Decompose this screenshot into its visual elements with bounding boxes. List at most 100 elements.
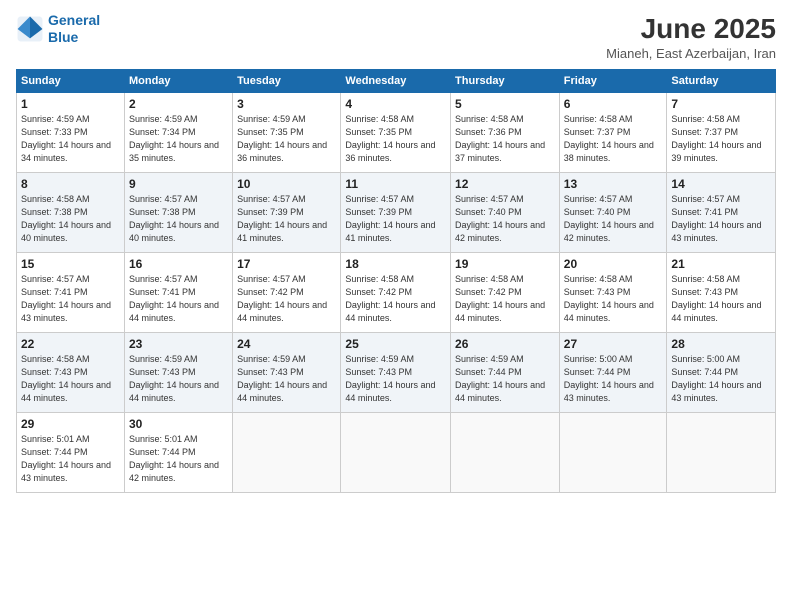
header: General Blue June 2025 Mianeh, East Azer… <box>16 12 776 61</box>
day-info: Sunrise: 4:58 AMSunset: 7:43 PMDaylight:… <box>564 273 663 325</box>
day-number: 10 <box>237 177 336 191</box>
day-info: Sunrise: 4:58 AMSunset: 7:36 PMDaylight:… <box>455 113 555 165</box>
day-header-thursday: Thursday <box>451 69 560 92</box>
calendar-cell: 27Sunrise: 5:00 AMSunset: 7:44 PMDayligh… <box>559 332 667 412</box>
day-info: Sunrise: 4:57 AMSunset: 7:41 PMDaylight:… <box>21 273 120 325</box>
day-info: Sunrise: 4:59 AMSunset: 7:33 PMDaylight:… <box>21 113 120 165</box>
calendar-cell: 4 Sunrise: 4:58 AMSunset: 7:35 PMDaylight… <box>341 92 451 172</box>
day-number: 15 <box>21 257 120 271</box>
day-number: 24 <box>237 337 336 351</box>
calendar-cell: 14Sunrise: 4:57 AMSunset: 7:41 PMDayligh… <box>667 172 776 252</box>
day-number: 4 <box>345 97 446 111</box>
calendar-cell <box>233 412 341 492</box>
day-info: Sunrise: 4:58 AMSunset: 7:42 PMDaylight:… <box>455 273 555 325</box>
calendar-cell: 26 Sunrise: 4:59 AMSunset: 7:44 PMDayligh… <box>451 332 560 412</box>
day-info: Sunrise: 5:01 AMSunset: 7:44 PMDaylight:… <box>21 433 120 485</box>
calendar-cell: 16Sunrise: 4:57 AMSunset: 7:41 PMDayligh… <box>124 252 232 332</box>
day-number: 11 <box>345 177 446 191</box>
calendar-header-row: SundayMondayTuesdayWednesdayThursdayFrid… <box>17 69 776 92</box>
day-number: 26 <box>455 337 555 351</box>
day-info: Sunrise: 4:58 AMSunset: 7:43 PMDaylight:… <box>671 273 771 325</box>
calendar-cell <box>341 412 451 492</box>
day-number: 16 <box>129 257 228 271</box>
day-number: 2 <box>129 97 228 111</box>
day-info: Sunrise: 4:59 AMSunset: 7:44 PMDaylight:… <box>455 353 555 405</box>
calendar-cell: 19 Sunrise: 4:58 AMSunset: 7:42 PMDayligh… <box>451 252 560 332</box>
day-number: 28 <box>671 337 771 351</box>
calendar-cell <box>559 412 667 492</box>
day-number: 8 <box>21 177 120 191</box>
calendar-week-2: 8 Sunrise: 4:58 AMSunset: 7:38 PMDaylight… <box>17 172 776 252</box>
day-info: Sunrise: 4:57 AMSunset: 7:39 PMDaylight:… <box>237 193 336 245</box>
calendar-cell: 20 Sunrise: 4:58 AMSunset: 7:43 PMDayligh… <box>559 252 667 332</box>
day-info: Sunrise: 4:58 AMSunset: 7:35 PMDaylight:… <box>345 113 446 165</box>
logo-text: General Blue <box>48 12 100 46</box>
calendar-cell: 9Sunrise: 4:57 AMSunset: 7:38 PMDaylight… <box>124 172 232 252</box>
title-block: June 2025 Mianeh, East Azerbaijan, Iran <box>606 12 776 61</box>
calendar-week-3: 15 Sunrise: 4:57 AMSunset: 7:41 PMDayligh… <box>17 252 776 332</box>
day-number: 6 <box>564 97 663 111</box>
calendar-cell: 22 Sunrise: 4:58 AMSunset: 7:43 PMDayligh… <box>17 332 125 412</box>
calendar-cell: 18Sunrise: 4:58 AMSunset: 7:42 PMDayligh… <box>341 252 451 332</box>
day-number: 17 <box>237 257 336 271</box>
day-header-wednesday: Wednesday <box>341 69 451 92</box>
calendar-table: SundayMondayTuesdayWednesdayThursdayFrid… <box>16 69 776 493</box>
day-number: 21 <box>671 257 771 271</box>
day-info: Sunrise: 4:57 AMSunset: 7:42 PMDaylight:… <box>237 273 336 325</box>
calendar-cell: 28Sunrise: 5:00 AMSunset: 7:44 PMDayligh… <box>667 332 776 412</box>
day-number: 5 <box>455 97 555 111</box>
logo-icon <box>16 15 44 43</box>
day-header-tuesday: Tuesday <box>233 69 341 92</box>
calendar-cell: 15 Sunrise: 4:57 AMSunset: 7:41 PMDayligh… <box>17 252 125 332</box>
calendar-cell: 7Sunrise: 4:58 AMSunset: 7:37 PMDaylight… <box>667 92 776 172</box>
calendar-cell: 13Sunrise: 4:57 AMSunset: 7:40 PMDayligh… <box>559 172 667 252</box>
day-info: Sunrise: 4:59 AMSunset: 7:43 PMDaylight:… <box>345 353 446 405</box>
day-info: Sunrise: 4:58 AMSunset: 7:38 PMDaylight:… <box>21 193 120 245</box>
day-header-sunday: Sunday <box>17 69 125 92</box>
day-info: Sunrise: 4:59 AMSunset: 7:43 PMDaylight:… <box>237 353 336 405</box>
day-number: 12 <box>455 177 555 191</box>
day-number: 13 <box>564 177 663 191</box>
calendar-cell <box>667 412 776 492</box>
day-number: 22 <box>21 337 120 351</box>
calendar-cell: 23Sunrise: 4:59 AMSunset: 7:43 PMDayligh… <box>124 332 232 412</box>
main-title: June 2025 <box>606 12 776 46</box>
calendar-cell: 12 Sunrise: 4:57 AMSunset: 7:40 PMDayligh… <box>451 172 560 252</box>
day-info: Sunrise: 4:57 AMSunset: 7:39 PMDaylight:… <box>345 193 446 245</box>
day-number: 27 <box>564 337 663 351</box>
day-number: 20 <box>564 257 663 271</box>
calendar-cell: 30 Sunrise: 5:01 AMSunset: 7:44 PMDayligh… <box>124 412 232 492</box>
day-info: Sunrise: 4:59 AMSunset: 7:34 PMDaylight:… <box>129 113 228 165</box>
calendar-cell: 10 Sunrise: 4:57 AMSunset: 7:39 PMDayligh… <box>233 172 341 252</box>
day-number: 3 <box>237 97 336 111</box>
day-info: Sunrise: 4:57 AMSunset: 7:38 PMDaylight:… <box>129 193 228 245</box>
calendar-cell: 5 Sunrise: 4:58 AMSunset: 7:36 PMDaylight… <box>451 92 560 172</box>
calendar-cell: 25 Sunrise: 4:59 AMSunset: 7:43 PMDayligh… <box>341 332 451 412</box>
calendar-cell: 11 Sunrise: 4:57 AMSunset: 7:39 PMDayligh… <box>341 172 451 252</box>
day-info: Sunrise: 5:01 AMSunset: 7:44 PMDaylight:… <box>129 433 228 485</box>
calendar-cell: 17 Sunrise: 4:57 AMSunset: 7:42 PMDayligh… <box>233 252 341 332</box>
day-number: 19 <box>455 257 555 271</box>
day-number: 29 <box>21 417 120 431</box>
day-info: Sunrise: 4:58 AMSunset: 7:43 PMDaylight:… <box>21 353 120 405</box>
day-number: 14 <box>671 177 771 191</box>
day-info: Sunrise: 4:57 AMSunset: 7:40 PMDaylight:… <box>455 193 555 245</box>
day-number: 23 <box>129 337 228 351</box>
calendar-cell: 6Sunrise: 4:58 AMSunset: 7:37 PMDaylight… <box>559 92 667 172</box>
subtitle: Mianeh, East Azerbaijan, Iran <box>606 46 776 61</box>
day-info: Sunrise: 4:58 AMSunset: 7:37 PMDaylight:… <box>671 113 771 165</box>
day-info: Sunrise: 4:59 AMSunset: 7:35 PMDaylight:… <box>237 113 336 165</box>
logo: General Blue <box>16 12 100 46</box>
calendar-cell: 2 Sunrise: 4:59 AMSunset: 7:34 PMDaylight… <box>124 92 232 172</box>
calendar-cell: 24 Sunrise: 4:59 AMSunset: 7:43 PMDayligh… <box>233 332 341 412</box>
page: General Blue June 2025 Mianeh, East Azer… <box>0 0 792 612</box>
day-header-saturday: Saturday <box>667 69 776 92</box>
day-number: 25 <box>345 337 446 351</box>
calendar-cell: 29 Sunrise: 5:01 AMSunset: 7:44 PMDayligh… <box>17 412 125 492</box>
day-number: 30 <box>129 417 228 431</box>
day-number: 18 <box>345 257 446 271</box>
calendar-week-4: 22 Sunrise: 4:58 AMSunset: 7:43 PMDayligh… <box>17 332 776 412</box>
calendar-week-1: 1 Sunrise: 4:59 AMSunset: 7:33 PMDaylight… <box>17 92 776 172</box>
day-number: 1 <box>21 97 120 111</box>
calendar-cell: 8 Sunrise: 4:58 AMSunset: 7:38 PMDaylight… <box>17 172 125 252</box>
